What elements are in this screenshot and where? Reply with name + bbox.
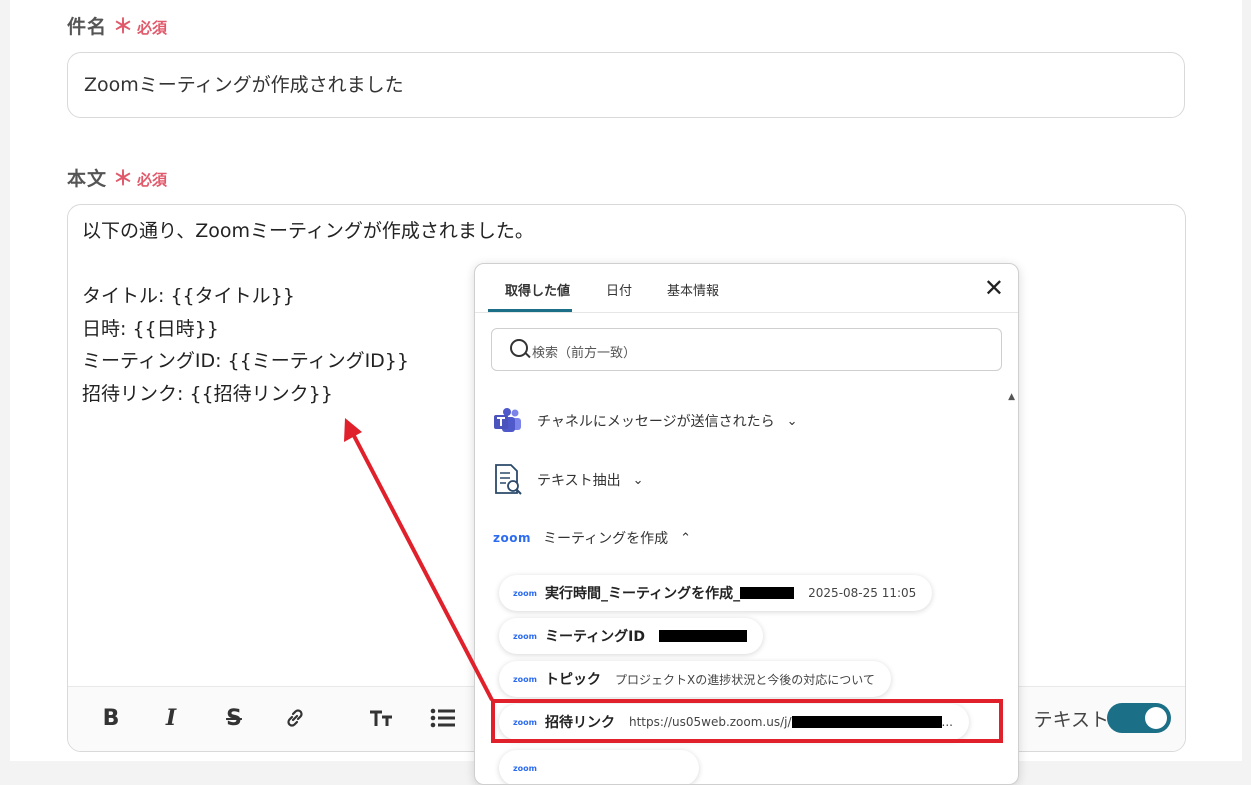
annotation-arrow	[344, 418, 494, 701]
zoom-logo: zoom	[513, 763, 537, 773]
